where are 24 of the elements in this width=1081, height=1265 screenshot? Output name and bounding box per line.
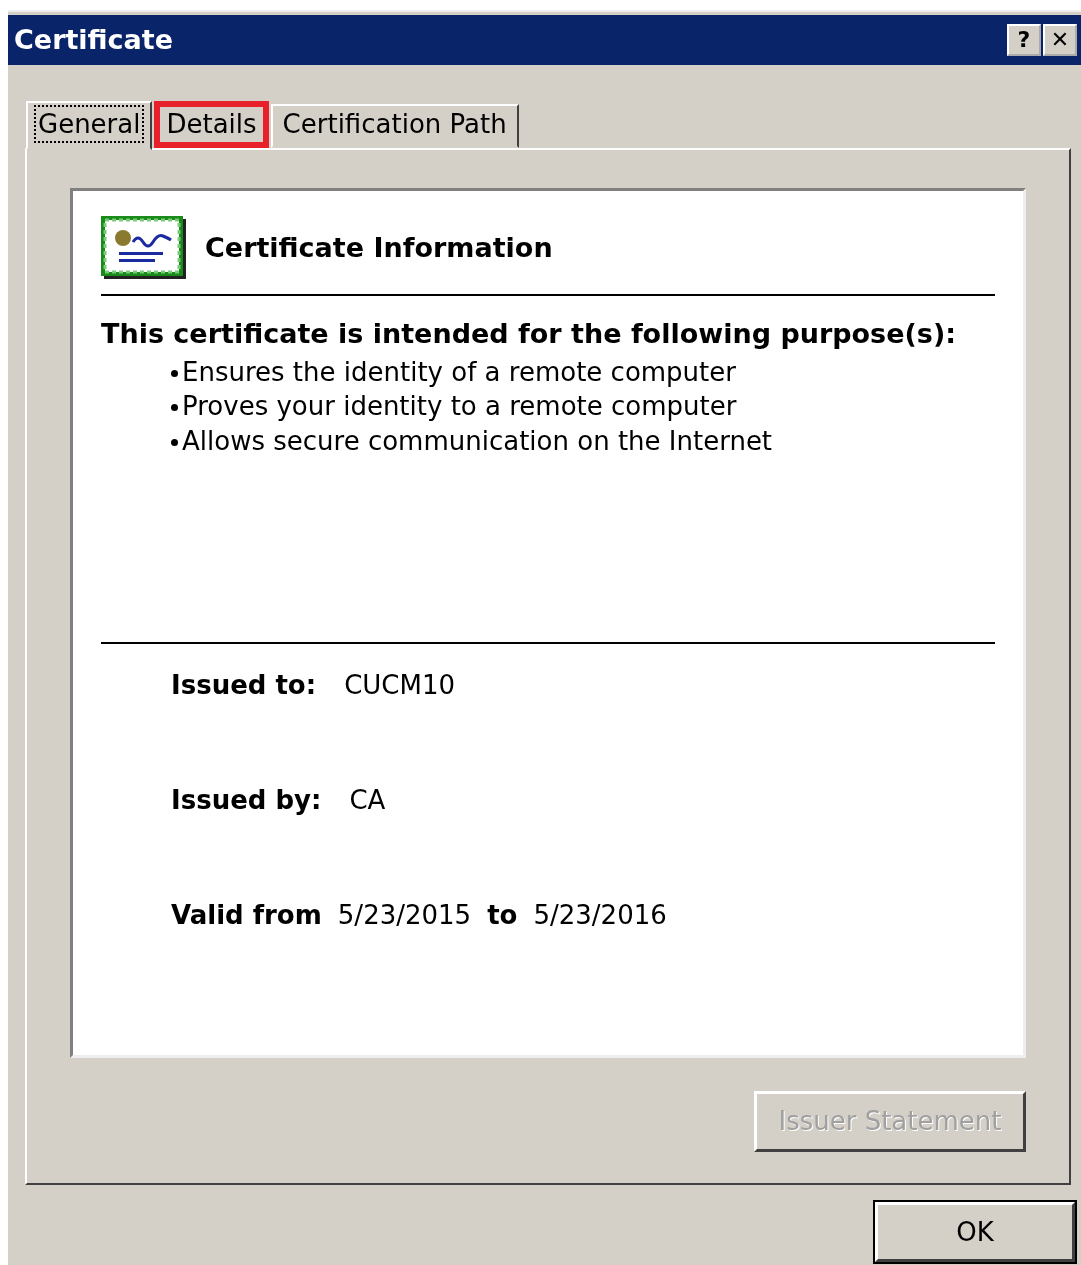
field-label: to <box>487 899 518 933</box>
bullet-icon <box>171 438 178 446</box>
tab[interactable]: General <box>26 100 153 150</box>
close-button[interactable]: ✕ <box>1043 24 1077 56</box>
purpose-heading: This certificate is intended for the following purpose(s): <box>101 317 958 351</box>
bullet-icon <box>171 369 178 377</box>
window-title: Certificate <box>14 22 174 57</box>
field-value: CA <box>349 784 386 818</box>
field-label: Valid from <box>171 899 322 933</box>
tab[interactable]: Details <box>154 100 269 148</box>
field-label: Issued by: <box>171 784 322 818</box>
field-value: CUCM10 <box>344 669 455 703</box>
field-value: 5/23/2015 <box>337 899 472 933</box>
field-value: 5/23/2016 <box>533 899 667 933</box>
certificate-icon <box>101 216 187 280</box>
ok-button[interactable]: OK <box>875 1202 1075 1262</box>
purpose-text: Proves your identity to a remote computer <box>182 391 737 422</box>
section-heading: Certificate Information <box>205 230 553 265</box>
field-label: Issued to: <box>171 669 317 703</box>
purpose-text: Allows secure communication on the Internet <box>182 425 773 456</box>
purpose-text: Ensures the identity of a remote computer <box>182 356 736 387</box>
tab[interactable]: Certification Path <box>270 103 519 148</box>
bullet-icon <box>171 404 178 412</box>
help-button[interactable]: ? <box>1007 24 1041 56</box>
